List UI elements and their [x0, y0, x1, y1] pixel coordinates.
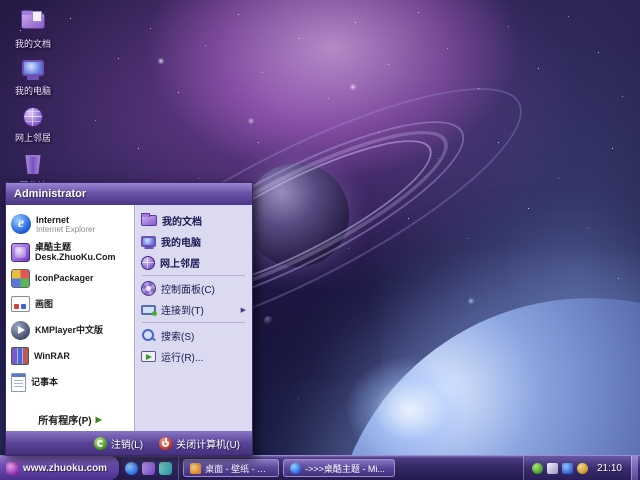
- tray-icon-volume[interactable]: [562, 463, 573, 474]
- item-label: 记事本: [31, 377, 58, 387]
- kmplayer-icon: [11, 321, 30, 340]
- quick-launch-browser-icon[interactable]: [125, 462, 138, 475]
- tray-icon-input-method[interactable]: [547, 463, 558, 474]
- turn-off-computer-button[interactable]: 关闭计算机(U): [159, 436, 240, 451]
- item-label: Internet: [36, 215, 95, 225]
- icon-label: 我的文档: [4, 39, 62, 49]
- item-label: 画图: [35, 299, 53, 309]
- item-label: 运行(R)...: [161, 349, 203, 364]
- taskbar: www.zhuoku.com 桌面 - 壁纸 - 桌酷... ->>>桌酷主题 …: [0, 456, 640, 480]
- start-menu-item-run[interactable]: 运行(R)...: [137, 346, 250, 367]
- start-menu-item-connect-to[interactable]: 连接到(T): [137, 299, 250, 320]
- item-label: 网上邻居: [160, 255, 200, 270]
- task-button-label: 桌面 - 壁纸 - 桌酷...: [205, 462, 272, 475]
- start-menu-item-winrar[interactable]: WinRAR: [8, 343, 132, 369]
- start-menu-item-network-places[interactable]: 网上邻居: [137, 252, 250, 273]
- start-menu-item-search[interactable]: 搜索(S): [137, 325, 250, 346]
- item-label: WinRAR: [34, 351, 70, 361]
- icon-label: 我的电脑: [4, 86, 62, 96]
- start-menu-body: Internet Internet Explorer 桌酷主题Desk.Zhuo…: [6, 205, 252, 431]
- start-menu-left-column: Internet Internet Explorer 桌酷主题Desk.Zhuo…: [6, 205, 134, 431]
- recycle-bin-icon: [20, 155, 46, 179]
- network-places-icon: [20, 107, 46, 131]
- start-button-label: www.zhuoku.com: [23, 463, 107, 474]
- planet-rim-flare: [345, 355, 475, 465]
- desktop: 我的文档 我的电脑 网上邻居 回收站 Administrator Interne…: [0, 0, 640, 480]
- all-programs-label: 所有程序(P): [38, 412, 91, 427]
- item-label: 我的文档: [162, 213, 202, 228]
- network-places-icon: [141, 256, 155, 270]
- start-menu-item-my-documents[interactable]: 我的文档: [137, 210, 250, 231]
- item-label: 控制面板(C): [161, 281, 215, 296]
- start-button[interactable]: www.zhuoku.com: [0, 456, 119, 480]
- iconpackager-icon: [11, 269, 30, 288]
- item-label: 连接到(T): [161, 302, 204, 317]
- start-menu-item-notepad[interactable]: 记事本: [8, 369, 132, 395]
- connect-to-icon: [141, 305, 156, 315]
- internet-explorer-icon: [11, 214, 31, 234]
- submenu-arrow-icon: [241, 304, 246, 315]
- icon-label: 网上邻居: [4, 133, 62, 143]
- task-button-zhuoku-theme-browser[interactable]: ->>>桌酷主题 - Mi...: [283, 459, 395, 477]
- start-menu-right-column: 我的文档 我的电脑 网上邻居 控制面板(C) 连接到(T): [134, 205, 252, 431]
- system-tray: 21:10: [523, 456, 640, 480]
- desktop-icon-network-places[interactable]: 网上邻居: [4, 107, 62, 152]
- search-icon: [141, 328, 156, 343]
- run-icon: [141, 351, 156, 362]
- start-menu-item-iconpackager[interactable]: IconPackager: [8, 265, 132, 291]
- log-off-icon: [94, 437, 107, 450]
- all-programs-button[interactable]: 所有程序(P): [8, 409, 132, 429]
- power-icon: [159, 437, 172, 450]
- start-menu-header: Administrator: [6, 183, 252, 205]
- show-desktop-button[interactable]: [631, 456, 638, 480]
- item-label: 桌酷主题Desk.ZhuoKu.Com: [35, 242, 129, 262]
- item-label: 我的电脑: [161, 234, 201, 249]
- start-menu-item-internet[interactable]: Internet Internet Explorer: [8, 209, 132, 239]
- my-documents-icon: [20, 13, 46, 37]
- start-menu-item-my-computer[interactable]: 我的电脑: [137, 231, 250, 252]
- all-programs-arrow-icon: [96, 414, 102, 425]
- tray-icon-updater[interactable]: [577, 463, 588, 474]
- desktop-icon-column: 我的文档 我的电脑 网上邻居 回收站: [4, 6, 62, 202]
- item-sublabel: Internet Explorer: [36, 225, 95, 234]
- start-menu-item-zhuoku-theme[interactable]: 桌酷主题Desk.ZhuoKu.Com: [8, 239, 132, 265]
- my-documents-icon: [141, 215, 157, 226]
- item-label: 搜索(S): [161, 328, 194, 343]
- winrar-icon: [11, 347, 29, 365]
- my-computer-icon: [20, 60, 46, 84]
- paint-icon: [11, 296, 30, 312]
- log-off-label: 注销(L): [111, 436, 143, 451]
- tray-icon-antivirus[interactable]: [532, 463, 543, 474]
- zhuoku-theme-icon: [11, 243, 30, 262]
- browser-icon: [290, 463, 301, 474]
- item-label: IconPackager: [35, 273, 94, 283]
- folder-icon: [190, 463, 201, 474]
- turn-off-label: 关闭计算机(U): [176, 436, 240, 451]
- quick-launch-media-icon[interactable]: [159, 462, 172, 475]
- start-menu-item-control-panel[interactable]: 控制面板(C): [137, 278, 250, 299]
- start-menu-footer: 注销(L) 关闭计算机(U): [6, 431, 252, 455]
- starfield-bright: [0, 0, 2, 2]
- menu-divider: [142, 275, 245, 276]
- task-button-wallpaper-folder[interactable]: 桌面 - 壁纸 - 桌酷...: [183, 459, 279, 477]
- start-menu: Administrator Internet Internet Explorer…: [5, 182, 253, 456]
- desktop-icon-my-computer[interactable]: 我的电脑: [4, 60, 62, 105]
- quick-launch-theme-icon[interactable]: [142, 462, 155, 475]
- zhuoku-logo-icon: [6, 462, 19, 475]
- my-computer-icon: [141, 236, 156, 247]
- item-label: KMPlayer中文版: [35, 325, 103, 335]
- user-name: Administrator: [14, 188, 86, 200]
- taskbar-clock[interactable]: 21:10: [592, 463, 627, 474]
- menu-divider: [142, 322, 245, 323]
- small-moon: [264, 316, 273, 325]
- control-panel-icon: [141, 281, 156, 296]
- notepad-icon: [11, 373, 26, 392]
- start-menu-item-paint[interactable]: 画图: [8, 291, 132, 317]
- task-button-label: ->>>桌酷主题 - Mi...: [305, 462, 385, 475]
- quick-launch-bar: [119, 456, 179, 480]
- log-off-button[interactable]: 注销(L): [94, 436, 143, 451]
- desktop-icon-my-documents[interactable]: 我的文档: [4, 13, 62, 58]
- start-menu-item-kmplayer[interactable]: KMPlayer中文版: [8, 317, 132, 343]
